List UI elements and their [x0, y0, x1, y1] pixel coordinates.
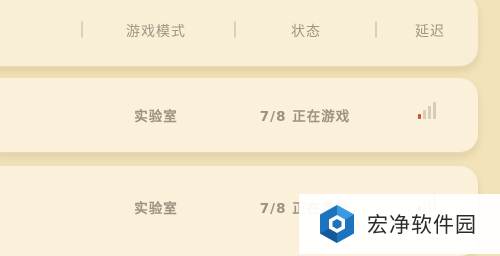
signal-bar — [423, 110, 426, 119]
signal-strength-icon — [418, 101, 438, 119]
server-game-mode: 实验室 — [134, 201, 178, 217]
server-list-header: 游戏模式 状态 延迟 — [0, 0, 478, 66]
column-divider — [375, 21, 377, 38]
server-row[interactable]: 实验室 7/8 正在游戏 — [0, 78, 478, 152]
server-status: 7/8 正在游戏 — [259, 109, 351, 125]
column-divider — [234, 21, 236, 38]
signal-bar — [433, 102, 436, 119]
column-header-latency[interactable]: 延迟 — [415, 21, 445, 41]
watermark: 宏净软件园 — [299, 194, 500, 254]
server-game-mode: 实验室 — [134, 109, 178, 125]
column-divider — [81, 21, 83, 38]
hongjing-logo-icon — [320, 205, 354, 243]
column-header-game-mode[interactable]: 游戏模式 — [126, 21, 186, 41]
column-header-status[interactable]: 状态 — [291, 21, 321, 41]
signal-bar — [428, 106, 431, 119]
signal-bar — [418, 114, 421, 119]
watermark-text: 宏净软件园 — [367, 213, 477, 237]
